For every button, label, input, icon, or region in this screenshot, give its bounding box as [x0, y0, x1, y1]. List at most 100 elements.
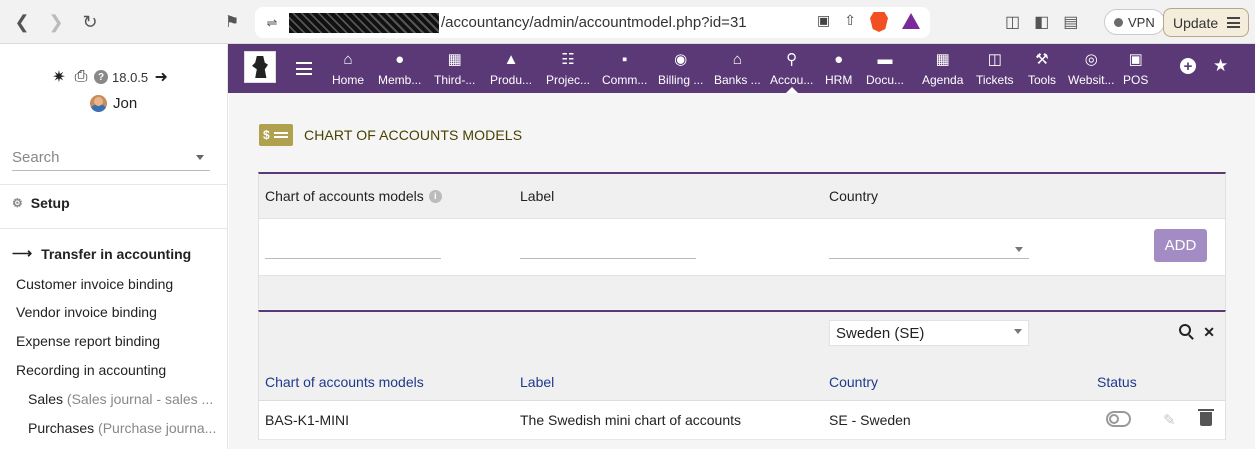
menu-sales-journal[interactable]: Sales (Sales journal - sales ...	[28, 391, 222, 407]
models-list-table: Sweden (SE) ✕ Chart of accounts models L…	[258, 310, 1226, 440]
topmenu-banks[interactable]: ⌂ Banks ...	[714, 44, 761, 93]
topmenu-pos[interactable]: ▣ POS	[1123, 44, 1148, 93]
edit-pencil-icon[interactable]: ✎	[1163, 411, 1176, 429]
submenu-detail: (Sales journal - sales ...	[66, 391, 214, 407]
gears-icon: ⚙	[12, 196, 23, 210]
brave-rewards-icon[interactable]	[902, 13, 920, 29]
brave-shield-icon[interactable]	[870, 12, 888, 32]
col-header-label[interactable]: Label	[520, 374, 554, 390]
help-icon[interactable]: ?	[94, 70, 108, 84]
address-bar[interactable]: ⇌ /accountancy/admin/accountmodel.php?id…	[255, 7, 930, 38]
vpn-label: VPN	[1128, 14, 1155, 30]
share-icon[interactable]: ⇧	[844, 12, 856, 32]
topmenu-websites[interactable]: ◎ Websit...	[1068, 44, 1114, 93]
menu-vendor-invoice-binding[interactable]: Vendor invoice binding	[16, 304, 157, 320]
wallet-icon[interactable]: ▤	[1063, 12, 1078, 32]
coins-icon: ◉	[674, 51, 688, 68]
list-header-row: Chart of accounts models Label Country S…	[259, 356, 1225, 401]
col-header-models[interactable]: Chart of accounts models	[265, 374, 424, 390]
menu-customer-invoice-binding[interactable]: Customer invoice binding	[16, 276, 173, 292]
form-col-country: Country	[829, 188, 879, 204]
cell-country: SE - Sweden	[829, 412, 911, 428]
menu-icon	[1227, 17, 1240, 28]
logo-seal-icon	[252, 56, 268, 78]
logout-icon[interactable]: ➜	[152, 67, 170, 87]
arrow-right-icon: ⟶	[12, 245, 33, 261]
menu-transfer-in-accounting[interactable]: ⟶ Transfer in accounting	[12, 245, 191, 262]
site-settings-icon[interactable]: ⇌	[255, 15, 289, 31]
menu-purchase-journal[interactable]: Purchases (Purchase journa...	[28, 420, 222, 436]
status-toggle-off-icon[interactable]	[1106, 411, 1131, 427]
reload-icon[interactable]: ↻	[78, 10, 102, 34]
info-icon[interactable]: i	[428, 189, 442, 203]
user-tie-icon: ●	[834, 51, 844, 68]
url-text: /accountancy/admin/accountmodel.php?id=3…	[441, 14, 747, 31]
topmenu-home[interactable]: ⌂ Home	[332, 44, 364, 93]
model-code-input[interactable]	[265, 239, 441, 259]
user-info[interactable]: Jon	[90, 95, 137, 112]
user-name: Jon	[113, 95, 138, 112]
divider	[0, 228, 227, 229]
topmenu-agenda[interactable]: ▦ Agenda	[922, 44, 963, 93]
sidebar-toggle-icon[interactable]: ◧	[1034, 12, 1049, 32]
close-icon[interactable]: ✕	[1203, 324, 1215, 341]
filter-row: Sweden (SE) ✕	[259, 312, 1225, 356]
topmenu-projects[interactable]: ☷ Projec...	[546, 44, 590, 93]
top-menu-bar: ⌂ Home ● Memb... ▦ Third-... ▲ Produ... ☷ Pro…	[228, 44, 1255, 93]
printer-icon[interactable]: ⎙	[72, 68, 90, 86]
update-button[interactable]: Update	[1163, 8, 1249, 37]
topmenu-products[interactable]: ▲ Produ...	[490, 44, 532, 93]
topmenu-commercial[interactable]: ▪ Comm...	[602, 44, 647, 93]
topmenu-documents[interactable]: ▬ Docu...	[866, 44, 904, 93]
vpn-button[interactable]: VPN	[1104, 9, 1165, 35]
bookmarks-star-icon[interactable]: ★	[1213, 56, 1228, 76]
model-label-input[interactable]	[520, 239, 696, 259]
submenu-label: Sales	[28, 391, 64, 407]
cube-icon: ▲	[503, 51, 519, 68]
quick-add-button[interactable]: +	[1180, 58, 1196, 74]
sitemap-icon: ☷	[561, 51, 575, 68]
calendar-icon: ▦	[935, 51, 950, 68]
topmenu-tools[interactable]: ⚒ Tools	[1028, 44, 1056, 93]
search-dollar-icon: ⚲	[786, 51, 798, 68]
col-header-country[interactable]: Country	[829, 374, 878, 390]
topmenu-accounting[interactable]: ⚲ Accou...	[770, 44, 813, 93]
bug-icon[interactable]: ✷	[50, 67, 68, 87]
redacted-domain	[289, 12, 439, 33]
menu-recording-in-accounting[interactable]: Recording in accounting	[16, 362, 166, 378]
menu-setup[interactable]: ⚙ Setup	[12, 195, 70, 211]
form-footer	[259, 275, 1225, 309]
hamburger-icon[interactable]	[296, 62, 312, 75]
back-icon[interactable]: ❮	[10, 10, 34, 34]
setup-label: Setup	[30, 195, 70, 211]
building-icon: ▦	[447, 51, 462, 68]
avatar	[90, 95, 107, 112]
topmenu-tickets[interactable]: ◫ Tickets	[976, 44, 1014, 93]
add-button[interactable]: ADD	[1154, 229, 1207, 262]
search-icon[interactable]	[1179, 324, 1192, 336]
bookmark-icon[interactable]: ⚑	[220, 10, 244, 34]
search-input[interactable]: Search	[12, 143, 210, 171]
topmenu-billing[interactable]: ◉ Billing ...	[658, 44, 703, 93]
company-logo[interactable]	[244, 51, 276, 83]
submenu-label: Purchases	[28, 420, 95, 436]
trash-icon[interactable]	[1198, 409, 1214, 426]
topmenu-hrm[interactable]: ● HRM	[825, 44, 852, 93]
page-title: CHART OF ACCOUNTS MODELS	[304, 127, 523, 143]
version-text: 18.0.5	[112, 69, 149, 85]
col-header-status[interactable]: Status	[1097, 374, 1137, 390]
search-placeholder: Search	[12, 149, 60, 166]
topmenu-members[interactable]: ● Memb...	[378, 44, 421, 93]
form-col-models: Chart of accounts models i	[265, 188, 442, 204]
divider	[0, 184, 227, 185]
briefcase-icon: ▪	[622, 51, 628, 68]
chevron-down-icon	[1014, 329, 1022, 334]
menu-expense-report-binding[interactable]: Expense report binding	[16, 333, 160, 349]
forward-icon[interactable]: ❯	[44, 10, 68, 34]
cash-register-icon: ▣	[1128, 51, 1143, 68]
topmenu-third-parties[interactable]: ▦ Third-...	[434, 44, 475, 93]
cast-icon[interactable]: ▣	[817, 12, 830, 32]
extensions-icon[interactable]: ◫	[1005, 12, 1020, 32]
country-select[interactable]	[829, 239, 1029, 259]
country-filter-select[interactable]: Sweden (SE)	[829, 320, 1029, 346]
